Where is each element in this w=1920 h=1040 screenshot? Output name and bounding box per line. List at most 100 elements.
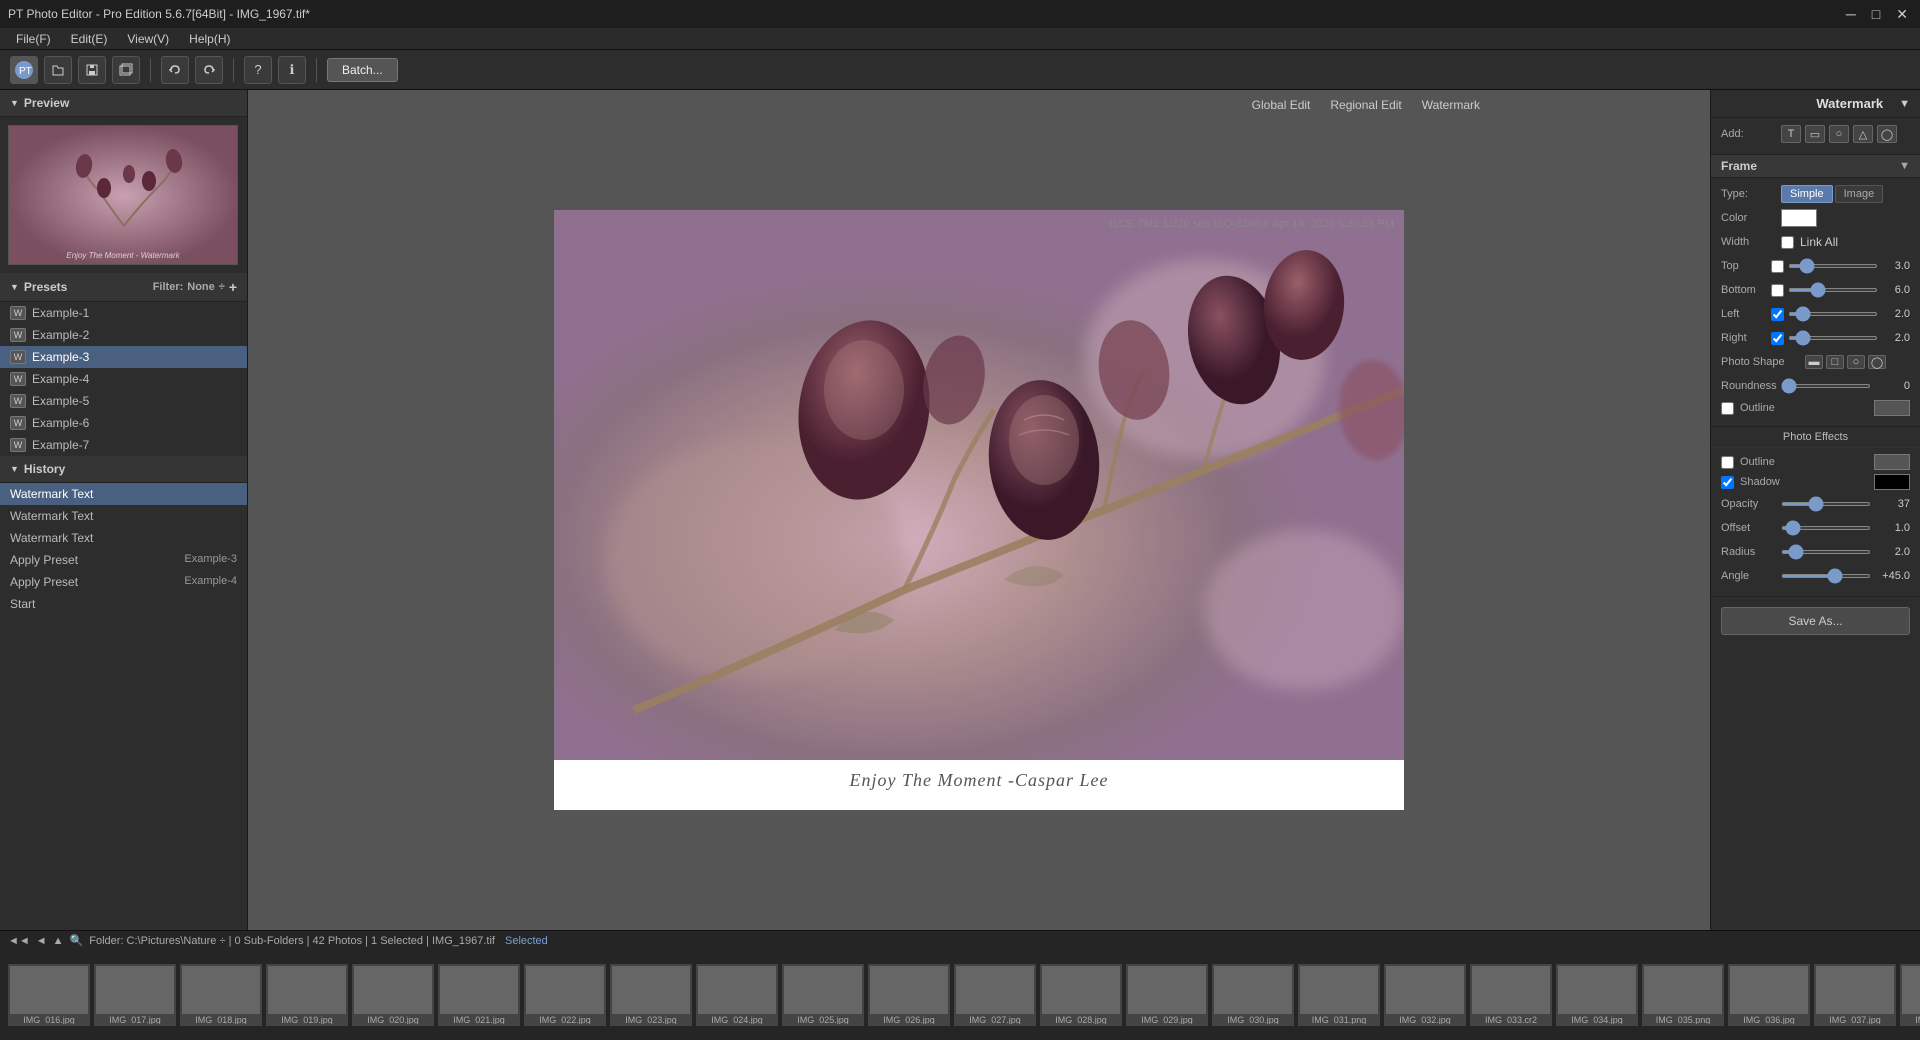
radius-slider[interactable] — [1781, 550, 1871, 554]
opacity-slider[interactable] — [1781, 502, 1871, 506]
add-rect-button[interactable]: ▭ — [1805, 125, 1825, 143]
film-thumb-5[interactable]: IMG_021.jpg — [438, 964, 520, 1026]
bottom-checkbox[interactable] — [1771, 284, 1784, 297]
link-all-checkbox[interactable] — [1781, 236, 1794, 249]
film-thumb-17[interactable]: IMG_033.cr2 — [1470, 964, 1552, 1026]
left-checkbox[interactable] — [1771, 308, 1784, 321]
film-thumb-13[interactable]: IMG_029.jpg — [1126, 964, 1208, 1026]
menu-file[interactable]: File(F) — [6, 32, 61, 46]
color-swatch[interactable] — [1781, 209, 1817, 227]
roundness-slider[interactable] — [1781, 384, 1871, 388]
preset-item-example6[interactable]: W Example-6 — [0, 412, 247, 434]
top-slider[interactable] — [1788, 264, 1878, 268]
save-as-button[interactable]: Save As... — [1721, 607, 1910, 635]
bottom-slider[interactable] — [1788, 288, 1878, 292]
film-thumb-6[interactable]: IMG_022.jpg — [524, 964, 606, 1026]
save-button[interactable] — [78, 56, 106, 84]
canvas-scroll[interactable]: ILCE-7M2 1/320 sec ISO-3200 // Apr 14, 2… — [248, 90, 1710, 930]
film-thumb-1[interactable]: IMG_017.jpg — [94, 964, 176, 1026]
right-checkbox[interactable] — [1771, 332, 1784, 345]
tab-regional-edit[interactable]: Regional Edit — [1330, 98, 1401, 112]
nav-prev-btn[interactable]: ◄ — [36, 935, 47, 947]
preset-item-example1[interactable]: W Example-1 — [0, 302, 247, 324]
top-checkbox[interactable] — [1771, 260, 1784, 273]
save-all-button[interactable] — [112, 56, 140, 84]
effects-outline-swatch[interactable] — [1874, 454, 1910, 470]
film-thumb-4[interactable]: IMG_020.jpg — [352, 964, 434, 1026]
film-thumb-22[interactable]: IMG_038.jpg — [1900, 964, 1920, 1026]
type-simple-button[interactable]: Simple — [1781, 185, 1833, 203]
filter-dropdown-icon[interactable]: ÷ — [219, 281, 225, 293]
preview-header[interactable]: ▼ Preview — [0, 90, 247, 117]
film-thumb-19[interactable]: IMG_035.png — [1642, 964, 1724, 1026]
frame-dropdown-icon[interactable]: ▼ — [1899, 160, 1910, 172]
add-ellipse-button[interactable]: ◯ — [1877, 125, 1897, 143]
film-thumb-18[interactable]: IMG_034.jpg — [1556, 964, 1638, 1026]
shadow-checkbox[interactable] — [1721, 476, 1734, 489]
shape-rect-button[interactable]: ▬ — [1805, 355, 1823, 369]
history-item-6[interactable]: Start — [0, 593, 247, 615]
add-preset-icon[interactable]: + — [229, 279, 237, 295]
film-thumb-11[interactable]: IMG_027.jpg — [954, 964, 1036, 1026]
preset-item-example4[interactable]: W Example-4 — [0, 368, 247, 390]
close-button[interactable]: ✕ — [1892, 6, 1912, 23]
preset-item-example7[interactable]: W Example-7 — [0, 434, 247, 456]
menu-view[interactable]: View(V) — [117, 32, 179, 46]
help-button[interactable]: ? — [244, 56, 272, 84]
undo-button[interactable] — [161, 56, 189, 84]
search-icon[interactable]: 🔍 — [70, 934, 84, 947]
history-item-5[interactable]: Apply Preset Example-4 — [0, 571, 247, 593]
shape-square-button[interactable]: □ — [1826, 355, 1844, 369]
film-thumb-14[interactable]: IMG_030.jpg — [1212, 964, 1294, 1026]
presets-header[interactable]: ▼ Presets Filter: None ÷ + — [0, 273, 247, 302]
tab-watermark[interactable]: Watermark — [1422, 98, 1480, 112]
history-item-2[interactable]: Watermark Text — [0, 505, 247, 527]
add-triangle-button[interactable]: △ — [1853, 125, 1873, 143]
history-item-1[interactable]: Watermark Text — [0, 483, 247, 505]
history-item-3[interactable]: Watermark Text — [0, 527, 247, 549]
shadow-swatch[interactable] — [1874, 474, 1910, 490]
shape-circle-button[interactable]: ○ — [1847, 355, 1865, 369]
film-thumb-7[interactable]: IMG_023.jpg — [610, 964, 692, 1026]
film-thumb-9[interactable]: IMG_025.jpg — [782, 964, 864, 1026]
preset-item-example5[interactable]: W Example-5 — [0, 390, 247, 412]
menu-edit[interactable]: Edit(E) — [61, 32, 118, 46]
history-header[interactable]: ▼ History — [0, 456, 247, 483]
nav-up-btn[interactable]: ▲ — [53, 935, 64, 947]
redo-button[interactable] — [195, 56, 223, 84]
film-thumb-3[interactable]: IMG_019.jpg — [266, 964, 348, 1026]
add-circle-button[interactable]: ○ — [1829, 125, 1849, 143]
film-thumb-15[interactable]: IMG_031.png — [1298, 964, 1380, 1026]
type-image-button[interactable]: Image — [1835, 185, 1884, 203]
preset-item-example3[interactable]: W Example-3 — [0, 346, 247, 368]
nav-back-btn[interactable]: ◄◄ — [8, 935, 30, 947]
film-thumb-0[interactable]: IMG_016.jpg — [8, 964, 90, 1026]
menu-help[interactable]: Help(H) — [179, 32, 240, 46]
outline-swatch[interactable] — [1874, 400, 1910, 416]
minimize-button[interactable]: ─ — [1842, 6, 1860, 23]
film-thumb-8[interactable]: IMG_024.jpg — [696, 964, 778, 1026]
effects-outline-checkbox[interactable] — [1721, 456, 1734, 469]
open-button[interactable] — [44, 56, 72, 84]
angle-slider[interactable] — [1781, 574, 1871, 578]
film-thumb-2[interactable]: IMG_018.jpg — [180, 964, 262, 1026]
left-slider[interactable] — [1788, 312, 1878, 316]
add-text-button[interactable]: T — [1781, 125, 1801, 143]
offset-slider[interactable] — [1781, 526, 1871, 530]
shape-ellipse-button[interactable]: ◯ — [1868, 355, 1886, 369]
info-button[interactable]: ℹ — [278, 56, 306, 84]
maximize-button[interactable]: □ — [1868, 6, 1884, 23]
film-thumb-12[interactable]: IMG_028.jpg — [1040, 964, 1122, 1026]
film-thumb-16[interactable]: IMG_032.jpg — [1384, 964, 1466, 1026]
preset-item-example2[interactable]: W Example-2 — [0, 324, 247, 346]
film-thumb-21[interactable]: IMG_037.jpg — [1814, 964, 1896, 1026]
right-slider[interactable] — [1788, 336, 1878, 340]
filter-value[interactable]: None — [187, 281, 215, 293]
batch-button[interactable]: Batch... — [327, 58, 398, 82]
film-thumb-10[interactable]: IMG_026.jpg — [868, 964, 950, 1026]
film-thumb-20[interactable]: IMG_036.jpg — [1728, 964, 1810, 1026]
watermark-panel-dropdown-icon[interactable]: ▼ — [1899, 98, 1910, 110]
outline-checkbox[interactable] — [1721, 402, 1734, 415]
history-item-4[interactable]: Apply Preset Example-3 — [0, 549, 247, 571]
tab-global-edit[interactable]: Global Edit — [1252, 98, 1311, 112]
